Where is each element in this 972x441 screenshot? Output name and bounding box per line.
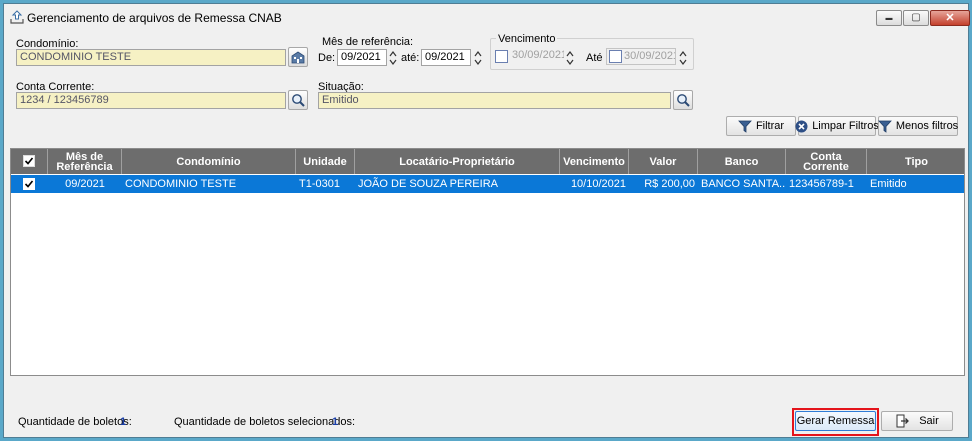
col-banco[interactable]: Banco (698, 149, 786, 174)
cell-condominio: CONDOMINIO TESTE (125, 178, 237, 190)
sair-button[interactable]: Sair (881, 411, 953, 431)
cell-vencimento: 10/10/2021 (570, 178, 626, 190)
situacao-search-button[interactable] (673, 90, 693, 110)
menos-filtros-button[interactable]: Menos filtros (877, 116, 959, 136)
upload-icon (10, 10, 24, 24)
vencimento-ate-label: Até (586, 52, 603, 64)
cell-unidade: T1-0301 (299, 178, 340, 190)
situacao-field[interactable]: Emitido (318, 92, 671, 109)
vencimento-de-input[interactable]: 30/09/2021 (509, 48, 564, 65)
select-all-checkbox[interactable] (23, 155, 35, 167)
search-icon (677, 94, 690, 107)
vencimento-ate-value: 30/09/2021 (624, 50, 676, 62)
vencimento-de-spinner-icon[interactable] (565, 49, 575, 67)
boletos-grid: Mês de Referência Condomínio Unidade Loc… (10, 148, 965, 376)
gerar-remessa-label: Gerar Remessa (796, 415, 875, 427)
gerar-remessa-button[interactable]: Gerar Remessa (795, 411, 876, 431)
vencimento-ate-spinner-icon[interactable] (678, 49, 688, 67)
grid-header: Mês de Referência Condomínio Unidade Loc… (11, 149, 964, 174)
conta-search-button[interactable] (288, 90, 308, 110)
col-mes-referencia[interactable]: Mês de Referência (48, 149, 122, 174)
col-valor[interactable]: Valor (629, 149, 698, 174)
mes-ate-input[interactable]: 09/2021 (421, 49, 471, 66)
filtrar-label: Filtrar (755, 120, 785, 132)
check-icon (24, 180, 34, 188)
check-icon (24, 157, 34, 165)
mes-ate-spinner-icon[interactable] (473, 49, 483, 67)
cell-banco: BANCO SANTA... (701, 178, 786, 190)
vencimento-de-checkbox[interactable] (495, 50, 508, 63)
exit-icon (896, 414, 910, 428)
conta-corrente-field[interactable]: 1234 / 123456789 (16, 92, 286, 109)
minimize-icon: ▬ (885, 15, 893, 22)
building-icon (291, 51, 305, 64)
mes-ate-label: até: (401, 52, 420, 64)
limpar-filtros-label: Limpar Filtros (812, 120, 879, 132)
col-conta-corrente[interactable]: Conta Corrente (786, 149, 867, 174)
window-title: Gerenciamento de arquivos de Remessa CNA… (27, 11, 282, 25)
qtd-boletos-label: Quantidade de boletos: (18, 416, 132, 428)
condominio-field[interactable]: CONDOMINIO TESTE (16, 49, 286, 66)
cell-valor: R$ 200,00 (644, 178, 695, 190)
vencimento-label: Vencimento (496, 33, 558, 45)
filter-icon (877, 120, 892, 133)
mes-de-label: De: (318, 52, 336, 64)
col-vencimento[interactable]: Vencimento (560, 149, 629, 174)
cell-locatario: JOÃO DE SOUZA PEREIRA (358, 178, 498, 190)
qtd-selecionados-value: 1 (332, 416, 339, 428)
mes-referencia-label: Mês de referência: (322, 36, 414, 48)
search-icon (292, 94, 305, 107)
col-unidade[interactable]: Unidade (296, 149, 355, 174)
filter-icon (738, 120, 752, 133)
cell-tipo: Emitido (870, 178, 907, 190)
cell-conta: 123456789-1 (789, 178, 854, 190)
col-condominio[interactable]: Condomínio (122, 149, 296, 174)
cnab-window: Gerenciamento de arquivos de Remessa CNA… (3, 3, 970, 438)
minimize-button[interactable]: ▬ (876, 10, 902, 26)
condominio-search-button[interactable] (288, 47, 308, 67)
row-checkbox[interactable] (23, 178, 35, 190)
sair-label: Sair (919, 415, 939, 427)
mes-de-spinner-icon[interactable] (388, 49, 398, 67)
maximize-button[interactable]: ▢ (903, 10, 929, 26)
close-button[interactable]: ✕ (930, 10, 970, 26)
clear-icon (795, 120, 808, 132)
qtd-selecionados-label: Quantidade de boletos selecionados: (174, 416, 356, 428)
vencimento-ate-checkbox[interactable] (609, 50, 622, 63)
qtd-boletos-value: 1 (120, 416, 127, 428)
close-icon: ✕ (945, 12, 955, 24)
table-row[interactable]: 09/2021 CONDOMINIO TESTE T1-0301 JOÃO DE… (11, 175, 964, 193)
col-locatario[interactable]: Locatário-Proprietário (355, 149, 560, 174)
mes-de-input[interactable]: 09/2021 (337, 49, 387, 66)
maximize-icon: ▢ (911, 12, 921, 23)
title-bar: Gerenciamento de arquivos de Remessa CNA… (4, 4, 970, 30)
filtrar-button[interactable]: Filtrar (726, 116, 796, 136)
menos-filtros-label: Menos filtros (895, 120, 959, 132)
cell-mes: 09/2021 (65, 178, 105, 190)
header-select-all[interactable] (11, 149, 48, 174)
col-tipo[interactable]: Tipo (867, 149, 966, 174)
limpar-filtros-button[interactable]: Limpar Filtros (795, 116, 879, 136)
